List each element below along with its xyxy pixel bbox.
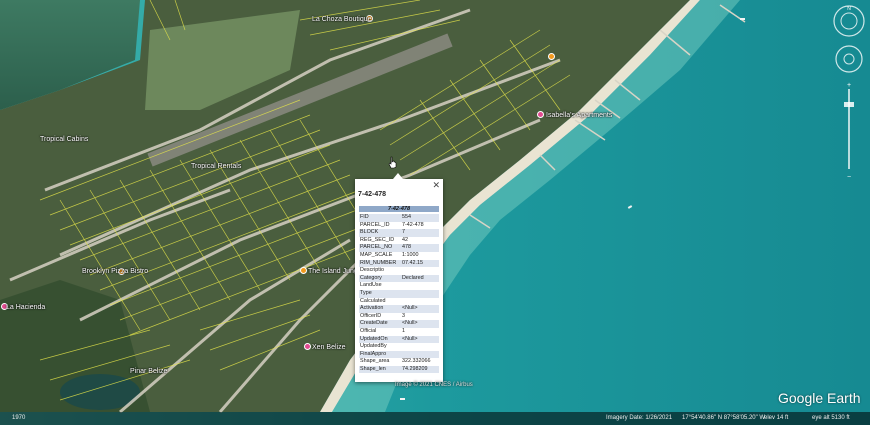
place-label[interactable]: Xen Belize bbox=[312, 344, 345, 351]
attribute-value: 3 bbox=[402, 312, 405, 319]
attribute-row: Shape_area 322.332066 bbox=[359, 358, 439, 366]
navigation-controls: N + − bbox=[832, 4, 866, 264]
attribute-value bbox=[401, 282, 439, 290]
attribute-row: Type bbox=[359, 289, 439, 298]
attribute-row: Calculated bbox=[359, 298, 439, 306]
popup-tail bbox=[393, 173, 403, 179]
status-bar: 1970 Imagery Date: 1/26/2021 17°54'40.86… bbox=[0, 412, 870, 425]
place-label[interactable]: Tropical Cabins bbox=[40, 136, 88, 143]
popup-title: 7-42-478 bbox=[358, 191, 387, 198]
attribute-row: OfficerID 3 bbox=[359, 313, 439, 321]
attribute-value bbox=[401, 298, 439, 306]
attribute-key: CreateDate bbox=[359, 320, 401, 328]
attribute-value: 322.332066 bbox=[402, 358, 431, 365]
attribute-row: MAP_SCALE 1:1000 bbox=[359, 252, 439, 260]
poi-pin[interactable] bbox=[304, 343, 311, 350]
svg-text:−: − bbox=[847, 174, 851, 181]
attribute-key: Category bbox=[359, 274, 401, 283]
svg-text:+: + bbox=[847, 82, 851, 89]
attribute-table: FID 554 PARCEL_ID 7-42-478 BLOCK 7 REG_SEC_ID 4… bbox=[359, 214, 439, 374]
place-label[interactable]: La Choza Boutique bbox=[312, 16, 372, 23]
elevation: elev 14 ft bbox=[764, 415, 789, 421]
attribute-key: Calculated bbox=[360, 297, 386, 304]
attribute-row: Category Declared bbox=[359, 274, 439, 283]
attribute-value: 554 bbox=[401, 214, 439, 222]
attribute-row: PARCEL_ID 7-42-478 bbox=[359, 222, 439, 230]
attribute-row: Activation <Null> bbox=[359, 305, 439, 313]
attribute-row: REG_SEC_ID 42 bbox=[359, 237, 439, 245]
popup-table-header: 7-42-478 bbox=[359, 206, 439, 212]
attribute-row: FinalAppro bbox=[359, 350, 439, 359]
attribute-row: RIM_NUMBER 07.42.15 bbox=[359, 259, 439, 268]
attribute-key: Official bbox=[360, 327, 377, 334]
poi-pin[interactable] bbox=[548, 53, 555, 60]
attribute-row: UpdatedOn <Null> bbox=[359, 335, 439, 344]
attribute-row: UpdatedBy bbox=[359, 343, 439, 351]
zoom-slider[interactable]: + − bbox=[844, 82, 854, 181]
year-label: 1970 bbox=[12, 415, 26, 421]
place-label[interactable]: Brooklyn Pizza Bistro bbox=[82, 268, 148, 275]
attribute-key: Shape_len bbox=[359, 365, 401, 374]
cursor-coordinates: 17°54'40.86" N 87°58'05.20" W bbox=[682, 415, 766, 421]
attribute-value: 7-42-478 bbox=[402, 221, 424, 228]
attribute-key: RIM_NUMBER bbox=[359, 259, 401, 268]
attribute-value bbox=[401, 289, 439, 298]
attribute-value: <Null> bbox=[401, 320, 439, 328]
attribute-value: 478 bbox=[401, 244, 439, 252]
attribute-key: PARCEL_ID bbox=[360, 221, 390, 228]
attribute-row: CreateDate <Null> bbox=[359, 320, 439, 328]
attribute-row: PARCEL_NO 478 bbox=[359, 244, 439, 252]
attribute-key: FinalAppro bbox=[359, 350, 401, 359]
svg-text:N: N bbox=[847, 6, 851, 12]
attribute-value bbox=[401, 350, 439, 359]
attribute-row: BLOCK 7 bbox=[359, 229, 439, 237]
attribute-row: LandUse bbox=[359, 282, 439, 290]
attribute-value: <Null> bbox=[401, 335, 439, 344]
place-label[interactable]: Pinar Belize bbox=[130, 368, 167, 375]
attribute-value: 7 bbox=[401, 229, 439, 237]
attribute-key: LandUse bbox=[360, 282, 382, 289]
move-joystick-icon[interactable] bbox=[835, 45, 863, 73]
hand-cursor-icon bbox=[388, 156, 397, 169]
attribute-value: 42 bbox=[402, 236, 408, 243]
attribute-key: Activation bbox=[359, 305, 401, 313]
attribute-key: REG_SEC_ID bbox=[360, 236, 395, 243]
attribute-value bbox=[401, 267, 439, 275]
attribute-key: Type bbox=[359, 289, 401, 298]
poi-pin[interactable] bbox=[537, 111, 544, 118]
parcel-info-popup: ✕ 7-42-478 7-42-478 FID 554 PARCEL_ID 7-42-… bbox=[355, 173, 443, 382]
attribute-value: Declared bbox=[401, 274, 439, 283]
poi-pin[interactable] bbox=[300, 267, 307, 274]
attribute-row: Official 1 bbox=[359, 328, 439, 336]
attribute-key: FID bbox=[359, 214, 401, 222]
attribute-key: OfficerID bbox=[360, 312, 382, 319]
attribute-value: 1 bbox=[402, 327, 405, 334]
attribute-row: Descriptio bbox=[359, 267, 439, 275]
look-joystick-icon[interactable]: N bbox=[833, 5, 865, 37]
eye-altitude: eye alt 5130 ft bbox=[812, 415, 850, 421]
attribute-key: UpdatedBy bbox=[360, 343, 387, 350]
attribute-key: BLOCK bbox=[359, 229, 401, 237]
place-label[interactable]: La Hacienda bbox=[6, 304, 45, 311]
attribute-value: 07.42.15 bbox=[401, 259, 439, 268]
attribute-value: <Null> bbox=[401, 305, 439, 313]
close-icon[interactable]: ✕ bbox=[432, 180, 440, 191]
attribute-row: FID 554 bbox=[359, 214, 439, 222]
attribute-key: Descriptio bbox=[360, 267, 384, 274]
attribute-key: Shape_area bbox=[360, 358, 390, 365]
attribute-row: Shape_len 74.298209 bbox=[359, 365, 439, 374]
place-label[interactable]: Isabella's Apartments bbox=[546, 112, 612, 119]
attribute-key: MAP_SCALE bbox=[360, 251, 393, 258]
imagery-copyright: Image © 2021 CNES / Airbus bbox=[395, 382, 473, 388]
imagery-date: Imagery Date: 1/26/2021 bbox=[606, 415, 673, 421]
attribute-value: 74.298209 bbox=[401, 365, 439, 374]
google-earth-logo: Google Earth bbox=[778, 390, 861, 406]
boat bbox=[400, 398, 405, 400]
boat bbox=[740, 18, 745, 20]
attribute-key: UpdatedOn bbox=[359, 335, 401, 344]
attribute-value bbox=[401, 343, 439, 351]
attribute-key: PARCEL_NO bbox=[359, 244, 401, 252]
attribute-value: 1:1000 bbox=[402, 251, 419, 258]
place-label[interactable]: Tropical Rentals bbox=[191, 163, 241, 170]
